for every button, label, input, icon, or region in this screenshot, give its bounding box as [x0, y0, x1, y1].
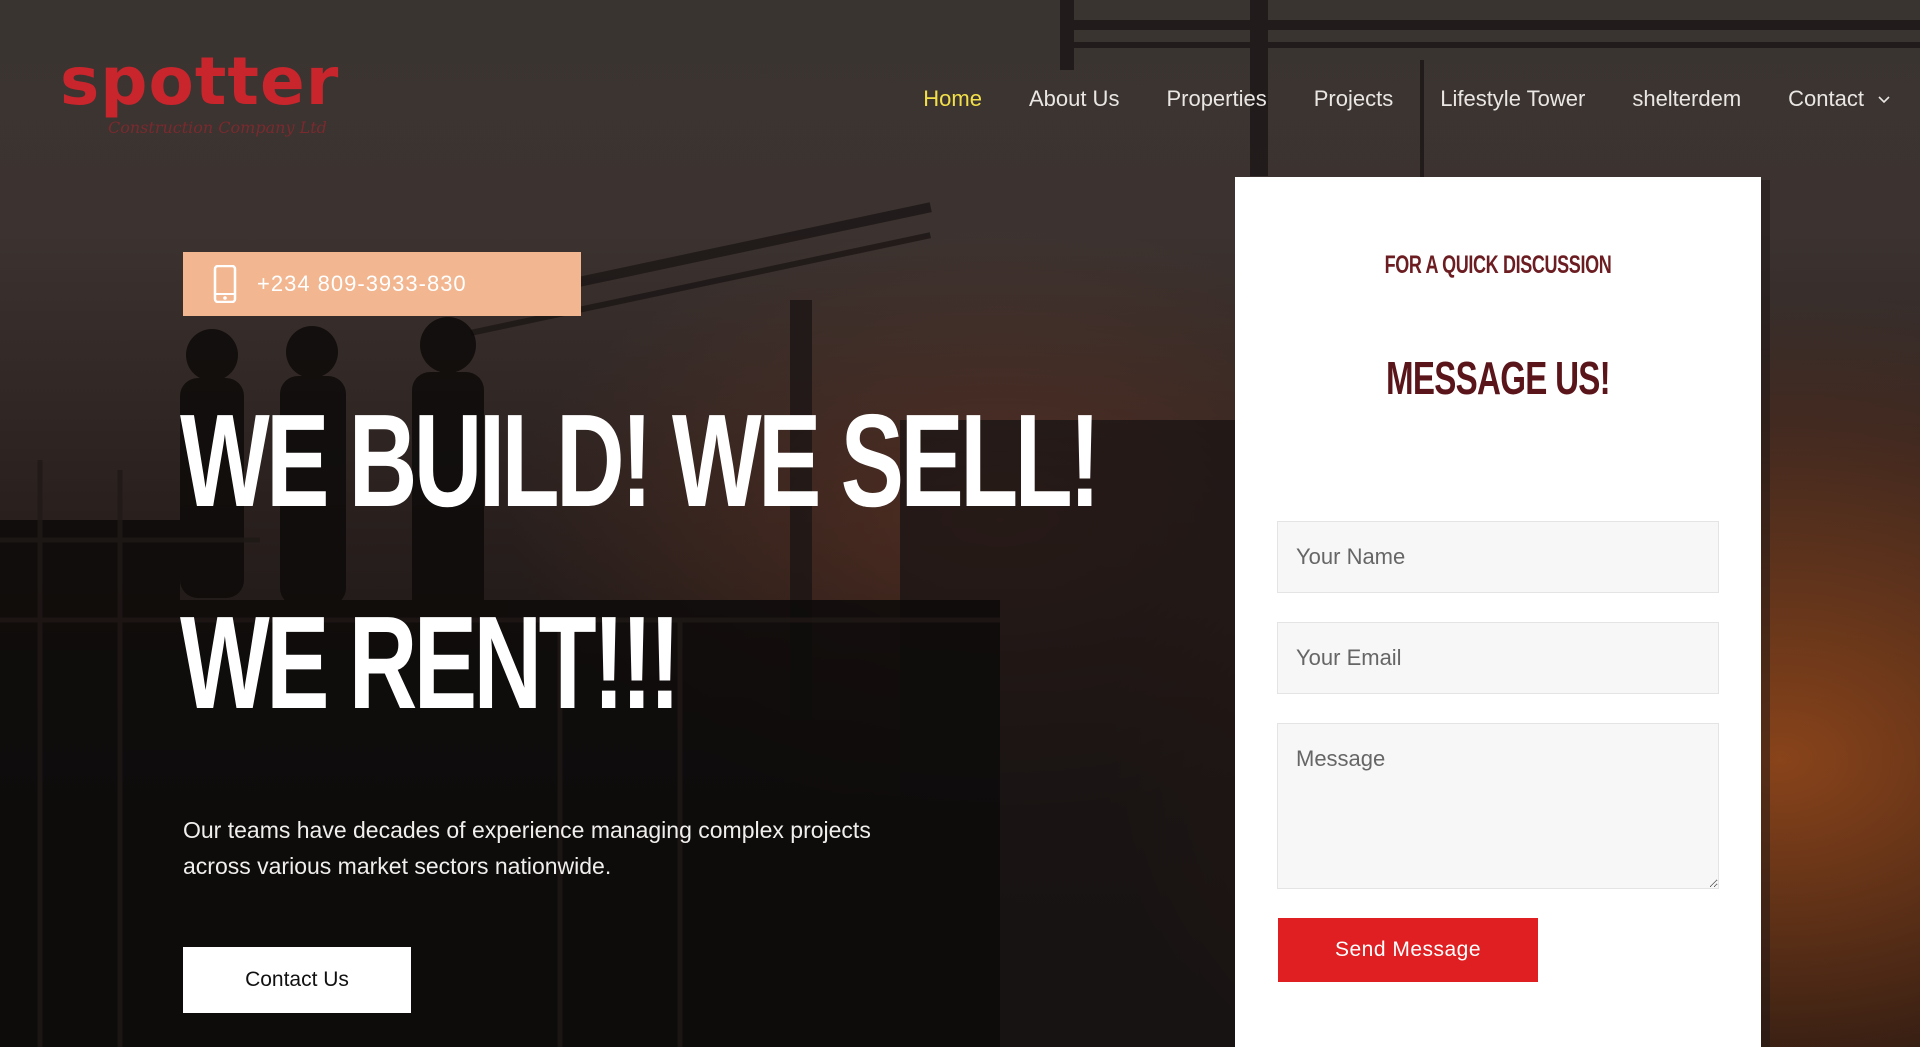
nav-item-shelterdem[interactable]: shelterdem	[1632, 84, 1741, 114]
message-textarea[interactable]	[1277, 723, 1719, 889]
name-input[interactable]	[1277, 521, 1719, 593]
email-input[interactable]	[1277, 622, 1719, 694]
logo-tagline: Construction Company Ltd	[108, 118, 327, 137]
form-kicker: FOR A QUICK DISCUSSION	[1384, 251, 1612, 279]
chevron-down-icon	[1878, 96, 1890, 104]
form-title: MESSAGE US!	[1386, 352, 1611, 404]
hero-headline-line-1: WE BUILD! WE SELL!	[180, 387, 1101, 534]
nav-item-home[interactable]: Home	[923, 84, 982, 114]
hero-description: Our teams have decades of experience man…	[183, 812, 1003, 884]
phone-icon	[213, 265, 237, 303]
nav-item-properties[interactable]: Properties	[1166, 84, 1266, 114]
hero-headline-line-2: WE RENT!!!	[180, 589, 681, 736]
send-message-button[interactable]: Send Message	[1278, 918, 1538, 982]
contact-us-button[interactable]: Contact Us	[183, 947, 411, 1013]
hero-description-line-1: Our teams have decades of experience man…	[183, 817, 871, 843]
site-logo[interactable]: spotter Construction Company Ltd	[60, 46, 338, 146]
nav-item-contact[interactable]: Contact	[1788, 84, 1892, 114]
nav-item-about-us[interactable]: About Us	[1029, 84, 1120, 114]
message-form-card: FOR A QUICK DISCUSSION MESSAGE US! Send …	[1235, 177, 1761, 1047]
phone-number-badge[interactable]: +234 809-3933-830	[183, 252, 581, 316]
nav-item-lifestyle-tower[interactable]: Lifestyle Tower	[1440, 84, 1585, 114]
hero-headline: WE BUILD! WE SELL! WE RENT!!!	[180, 360, 1101, 764]
phone-number: +234 809-3933-830	[257, 271, 467, 296]
logo-wordmark: spotter	[60, 43, 340, 120]
nav-item-projects[interactable]: Projects	[1314, 84, 1393, 114]
main-navigation: Home About Us Properties Projects Lifest…	[876, 84, 1892, 114]
hero-description-line-2: across various market sectors nationwide…	[183, 853, 612, 879]
nav-item-contact-label: Contact	[1788, 86, 1864, 111]
